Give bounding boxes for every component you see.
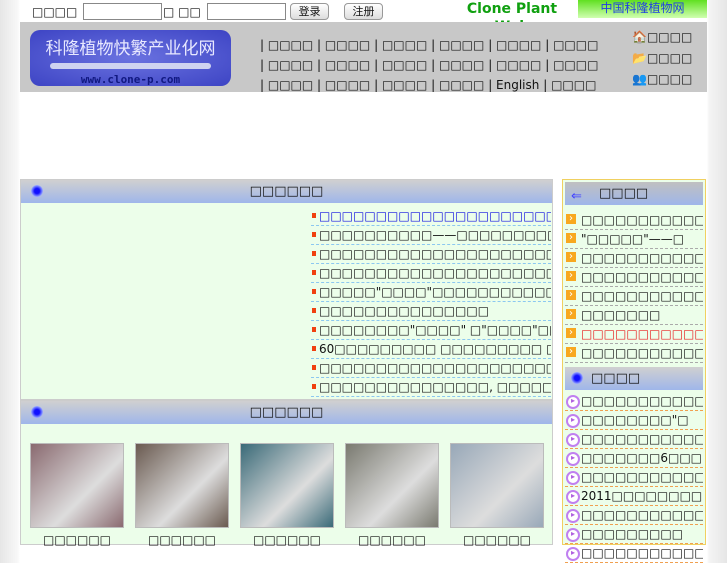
logo-swoosh	[50, 63, 211, 69]
side-list-item[interactable]: □□□□□□□□□□□	[565, 268, 703, 287]
nav-row: | □□□□ | □□□□ | □□□□ | □□□□ | □□□□ | □□□…	[260, 58, 599, 72]
nav-link[interactable]: □□□□	[268, 78, 313, 92]
password-input[interactable]	[207, 3, 286, 20]
side-list-item[interactable]: □□□□□□□□"□	[565, 411, 703, 430]
news-title: □□□□□□	[249, 184, 324, 199]
nav-row: | □□□□ | □□□□ | □□□□ | □□□□ | □□□□ | □□□…	[260, 38, 599, 52]
side-list-item[interactable]: □□□□□□□□□□□	[565, 325, 703, 344]
side-list-item[interactable]: □□□□□□□□□□□	[565, 468, 703, 487]
home-icon: 🏠	[632, 30, 647, 44]
bookmark-icon: 📂	[632, 51, 647, 65]
nav-link[interactable]: □□□□	[496, 38, 541, 52]
logo-url: www.clone-p.com	[80, 73, 181, 86]
nav-link[interactable]: □□□□	[325, 38, 370, 52]
username-input[interactable]	[83, 3, 162, 20]
chinese-site-banner[interactable]: 中国科隆植物网	[578, 0, 707, 18]
photo-item[interactable]: □□□□□□	[345, 443, 439, 547]
quick-link-label: □□□□	[646, 72, 693, 86]
nav-link[interactable]: English	[496, 78, 539, 92]
photo-title: □□□□□□	[249, 405, 324, 420]
news-item[interactable]: 60□□□□□□□□□ □□□□□□□□□ □□□□□□□□	[311, 340, 551, 359]
bullet-icon	[571, 372, 583, 384]
photo-thumbnail[interactable]	[450, 443, 544, 528]
main-nav: | □□□□ | □□□□ | □□□□ | □□□□ | □□□□ | □□□…	[260, 35, 598, 95]
right1-header: ⇐ □□□□	[565, 182, 703, 205]
side-list-item[interactable]: □□□□□□□□□□□	[565, 506, 703, 525]
arrow-icon: ⇐	[571, 189, 582, 204]
news-item[interactable]: □□□□□□□□□□——□□□□□□□□□	[311, 226, 551, 245]
side-list-item[interactable]: □□□□□□□□□□□	[565, 544, 703, 563]
news-item[interactable]: □□□□□"□□□□"□□□□□□□□□□□□□□□□□	[311, 283, 551, 302]
side-list-item[interactable]: □□□□□□□□□□□	[565, 392, 703, 411]
right-column: ⇐□□□□ □□□□□□□□□□□"□□□□□"——□□□□□□□□□□□□□□…	[562, 179, 706, 563]
photo-item[interactable]: □□□□□□	[240, 443, 334, 547]
photo-item[interactable]: □□□□□□	[135, 443, 229, 547]
nav-link[interactable]: □□□□	[382, 58, 427, 72]
bullet-icon	[31, 406, 43, 418]
side-list-item[interactable]: □□□□□□□□□□□	[565, 211, 703, 230]
photo-thumbnail[interactable]	[240, 443, 334, 528]
nav-link[interactable]: □□□□	[553, 38, 598, 52]
quick-link[interactable]: 📂□□□□	[632, 48, 692, 69]
password-label: □ □□	[163, 5, 201, 19]
photo-panel: □□□□□□ □□□□□□ □□□□□□ □□□□□□ □□□□□□ □□□□□□	[20, 400, 553, 547]
nav-link[interactable]: □□□□	[268, 58, 313, 72]
logo-title: 科隆植物快繁产业化网	[45, 39, 216, 59]
nav-link[interactable]: □□□□	[439, 78, 484, 92]
news-item[interactable]: □□□□□□□□□□□□□□□	[311, 302, 551, 321]
photo-thumbnail[interactable]	[135, 443, 229, 528]
side-list-item[interactable]: 2011□□□□□□□□	[565, 487, 703, 506]
bullet-icon	[31, 185, 43, 197]
quick-link[interactable]: 👥□□□□	[632, 69, 692, 90]
nav-link[interactable]: □□□□	[553, 58, 598, 72]
photo-header: □□□□□□	[21, 401, 552, 424]
photo-thumbnail[interactable]	[345, 443, 439, 528]
site-logo[interactable]: 科隆植物快繁产业化网 www.clone-p.com	[30, 30, 231, 86]
side-list-item[interactable]: □□□□□□□6□□□	[565, 449, 703, 468]
side-list-item[interactable]: □□□□□□□□□□□	[565, 287, 703, 306]
nav-link[interactable]: □□□□	[551, 78, 596, 92]
nav-link[interactable]: □□□□	[268, 38, 313, 52]
side-list-item[interactable]: □□□□□□□□□□□	[565, 249, 703, 268]
news-item[interactable]: □□□□□□□□"□□□□" □"□□□□"□□□□	[311, 321, 551, 340]
nav-link[interactable]: □□□□	[382, 38, 427, 52]
quick-link-label: □□□□	[646, 30, 693, 44]
right1-title: □□□□	[599, 186, 649, 201]
news-panel: □□□□□□ □□□□□□□□□□□□□□□□□□□□□□□□□□□□□□□□□…	[20, 179, 553, 400]
photo-item[interactable]: □□□□□□	[450, 443, 544, 547]
news-item[interactable]: □□□□□□□□□□□□□□□, □□□□□□□□□□□□	[311, 378, 551, 397]
right2-title: □□□□	[591, 371, 641, 386]
news-header: □□□□□□	[21, 180, 552, 203]
login-button[interactable]: 登录	[290, 3, 329, 20]
quick-links: 🏠□□□□ 📂□□□□ 👥□□□□	[632, 27, 692, 90]
side-list-item[interactable]: □□□□□□□□□	[565, 525, 703, 544]
nav-link[interactable]: □□□□	[439, 38, 484, 52]
photo-item[interactable]: □□□□□□	[30, 443, 124, 547]
nav-row: | □□□□ | □□□□ | □□□□ | □□□□ | English | …	[260, 78, 597, 92]
nav-link[interactable]: □□□□	[325, 78, 370, 92]
quick-link[interactable]: 🏠□□□□	[632, 27, 692, 48]
news-item[interactable]: □□□□□□□□□□□□□□□□□□□□□□□□□□□□□□	[311, 245, 551, 264]
right2-header: □□□□	[565, 367, 703, 390]
nav-link[interactable]: □□□□	[382, 78, 427, 92]
nav-link[interactable]: □□□□	[496, 58, 541, 72]
side-list-item[interactable]: □□□□□□□□□□□	[565, 430, 703, 449]
nav-link[interactable]: □□□□	[325, 58, 370, 72]
quick-link-label: □□□□	[646, 51, 693, 65]
news-item[interactable]: □□□□□□□□□□□□□□□□□□□□□□□□□□	[311, 207, 551, 226]
photo-thumbnail[interactable]	[30, 443, 124, 528]
username-label: □□□□	[32, 5, 78, 19]
news-item[interactable]: □□□□□□□□□□□□□□□□□□□□□□□□□□□	[311, 359, 551, 378]
contact-icon: 👥	[632, 72, 647, 86]
clone-plant-web-banner[interactable]: Clone Plant Web	[449, 0, 575, 35]
side-list-item[interactable]: □□□□□□□	[565, 306, 703, 325]
news-item[interactable]: □□□□□□□□□□□□□□□□□□□□□□□□	[311, 264, 551, 283]
side-list-item[interactable]: "□□□□□"——□	[565, 230, 703, 249]
side-list-item[interactable]: □□□□□□□□□□□	[565, 344, 703, 363]
register-button[interactable]: 注册	[344, 3, 383, 20]
nav-link[interactable]: □□□□	[439, 58, 484, 72]
